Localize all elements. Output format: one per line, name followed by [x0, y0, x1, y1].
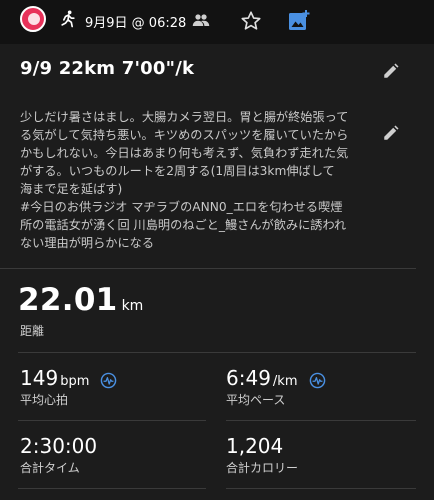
- divider: [18, 488, 206, 489]
- heart-rate-value: 149: [20, 366, 59, 390]
- divider: [0, 268, 416, 269]
- pace-unit: /km: [272, 374, 298, 389]
- people-icon[interactable]: [192, 12, 210, 28]
- activity-description: 少しだけ暑さはまし。大腸カメラ翌日。胃と腸が終始張って る気がして気持ち悪い。キ…: [20, 110, 349, 250]
- heart-rate-metric[interactable]: 149 bpm: [20, 366, 117, 390]
- activity-header-bar: 9月9日 @ 06:28: [0, 0, 434, 44]
- pace-metric[interactable]: 6:49/km: [226, 366, 326, 390]
- heart-rate-icon[interactable]: [100, 372, 117, 389]
- distance-label: 距離: [20, 324, 45, 338]
- edit-title-pencil-icon[interactable]: [382, 62, 400, 80]
- pace-value: 6:49: [226, 366, 271, 390]
- divider: [226, 420, 416, 421]
- pace-detail-icon[interactable]: [309, 372, 326, 389]
- add-photo-icon[interactable]: [287, 9, 311, 33]
- heart-rate-label: 平均心拍: [20, 393, 69, 407]
- activity-date-time: 9月9日 @ 06:28: [85, 16, 187, 31]
- heart-rate-unit: bpm: [60, 374, 90, 389]
- divider: [226, 488, 416, 489]
- divider: [18, 420, 206, 421]
- total-time-label: 合計タイム: [20, 461, 80, 475]
- distance-unit: km: [121, 298, 144, 314]
- activity-title: 9/9 22km 7'00"/k: [20, 58, 195, 79]
- distance-metric: 22.01 km: [18, 282, 143, 318]
- running-icon: [61, 10, 75, 28]
- distance-value: 22.01: [18, 282, 118, 318]
- total-calories-label: 合計カロリー: [226, 461, 299, 475]
- divider: [18, 352, 416, 353]
- total-time-value: 2:30:00: [20, 434, 98, 458]
- total-time-metric: 2:30:00: [20, 434, 97, 458]
- user-avatar[interactable]: [20, 6, 46, 32]
- edit-description-pencil-icon[interactable]: [382, 124, 400, 142]
- star-icon[interactable]: [240, 10, 262, 32]
- pace-label: 平均ペース: [226, 393, 286, 407]
- total-calories-metric: 1,204: [226, 434, 283, 458]
- total-calories-value: 1,204: [226, 434, 284, 458]
